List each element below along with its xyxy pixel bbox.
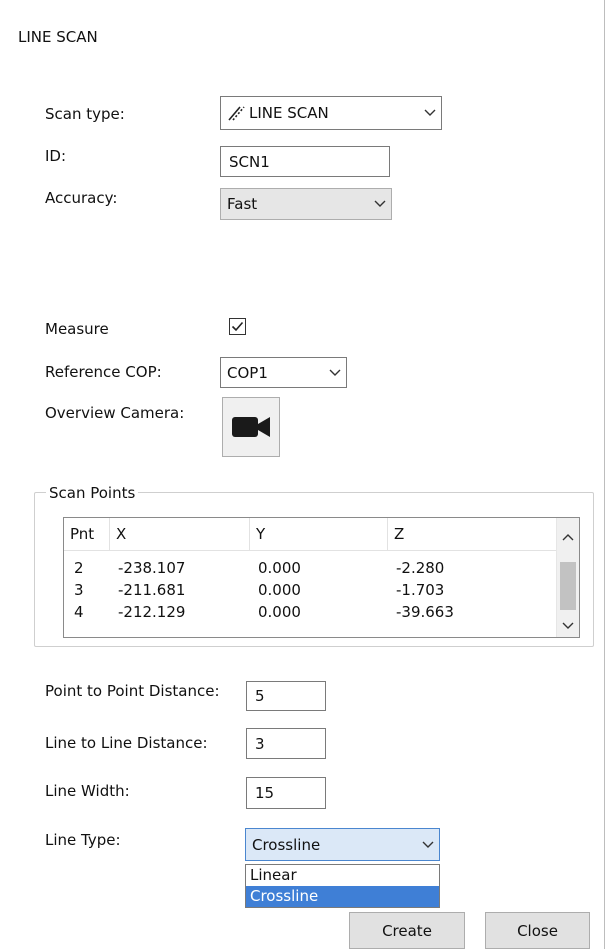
cell-y: 0.000 <box>258 581 301 599</box>
line-to-line-field[interactable]: 3 <box>246 728 326 759</box>
cell-x: -238.107 <box>118 559 186 577</box>
point-to-point-field[interactable]: 5 <box>246 681 326 711</box>
overview-camera-label: Overview Camera: <box>45 404 185 422</box>
column-header-x[interactable]: X <box>110 518 250 550</box>
scroll-down-arrow-icon[interactable] <box>557 615 579 637</box>
scan-points-title: Scan Points <box>46 484 139 502</box>
measure-checkbox[interactable] <box>229 318 246 335</box>
cell-pnt: 4 <box>74 603 84 621</box>
reference-cop-label: Reference COP: <box>45 363 162 381</box>
reference-cop-value: COP1 <box>227 363 268 382</box>
chevron-down-icon <box>417 829 439 860</box>
line-scan-icon <box>227 104 245 122</box>
cell-z: -39.663 <box>396 603 454 621</box>
table-header: Pnt X Y Z <box>64 518 557 551</box>
column-header-pnt[interactable]: Pnt <box>64 518 110 550</box>
cell-pnt: 2 <box>74 559 84 577</box>
id-label: ID: <box>45 147 67 165</box>
create-button[interactable]: Create <box>349 912 465 949</box>
measure-label: Measure <box>45 320 109 338</box>
accuracy-label: Accuracy: <box>45 189 118 207</box>
option-linear[interactable]: Linear <box>246 865 439 886</box>
id-field[interactable]: SCN1 <box>220 146 390 177</box>
overview-camera-button[interactable] <box>222 397 280 457</box>
dialog-title: LINE SCAN <box>18 28 98 46</box>
table-scrollbar[interactable] <box>556 518 579 637</box>
checkmark-icon <box>231 321 244 332</box>
line-width-label: Line Width: <box>45 782 130 800</box>
cell-z: -1.703 <box>396 581 445 599</box>
column-header-y[interactable]: Y <box>250 518 388 550</box>
close-button[interactable]: Close <box>485 912 590 949</box>
scan-type-dropdown[interactable]: LINE SCAN <box>220 96 442 130</box>
line-scan-dialog: LINE SCAN Scan type: LINE SCAN ID: SCN1 … <box>0 0 605 949</box>
line-width-field[interactable]: 15 <box>246 777 326 809</box>
option-crossline[interactable]: Crossline <box>246 886 439 907</box>
scroll-up-arrow-icon[interactable] <box>557 526 579 548</box>
scan-points-table[interactable]: Pnt X Y Z 2 -238.107 0.000 -2.280 3 -211… <box>63 517 580 638</box>
cell-y: 0.000 <box>258 603 301 621</box>
cell-y: 0.000 <box>258 559 301 577</box>
scan-type-label: Scan type: <box>45 105 125 123</box>
accuracy-value: Fast <box>227 195 258 213</box>
line-type-value: Crossline <box>252 835 321 854</box>
line-type-options-list[interactable]: Linear Crossline <box>245 864 440 908</box>
cell-z: -2.280 <box>396 559 445 577</box>
cell-pnt: 3 <box>74 581 84 599</box>
column-header-z[interactable]: Z <box>388 518 559 550</box>
line-type-label: Line Type: <box>45 831 121 849</box>
chevron-down-icon <box>419 97 441 129</box>
chevron-down-icon <box>324 358 346 387</box>
line-type-dropdown[interactable]: Crossline <box>245 828 440 861</box>
reference-cop-dropdown[interactable]: COP1 <box>220 357 347 388</box>
chevron-down-icon <box>369 189 391 219</box>
line-to-line-label: Line to Line Distance: <box>45 734 208 752</box>
video-camera-icon <box>232 417 270 437</box>
scan-type-value: LINE SCAN <box>249 104 329 122</box>
point-to-point-label: Point to Point Distance: <box>45 682 220 700</box>
accuracy-dropdown[interactable]: Fast <box>220 188 392 220</box>
cell-x: -212.129 <box>118 603 186 621</box>
scroll-thumb[interactable] <box>560 562 576 610</box>
cell-x: -211.681 <box>118 581 186 599</box>
